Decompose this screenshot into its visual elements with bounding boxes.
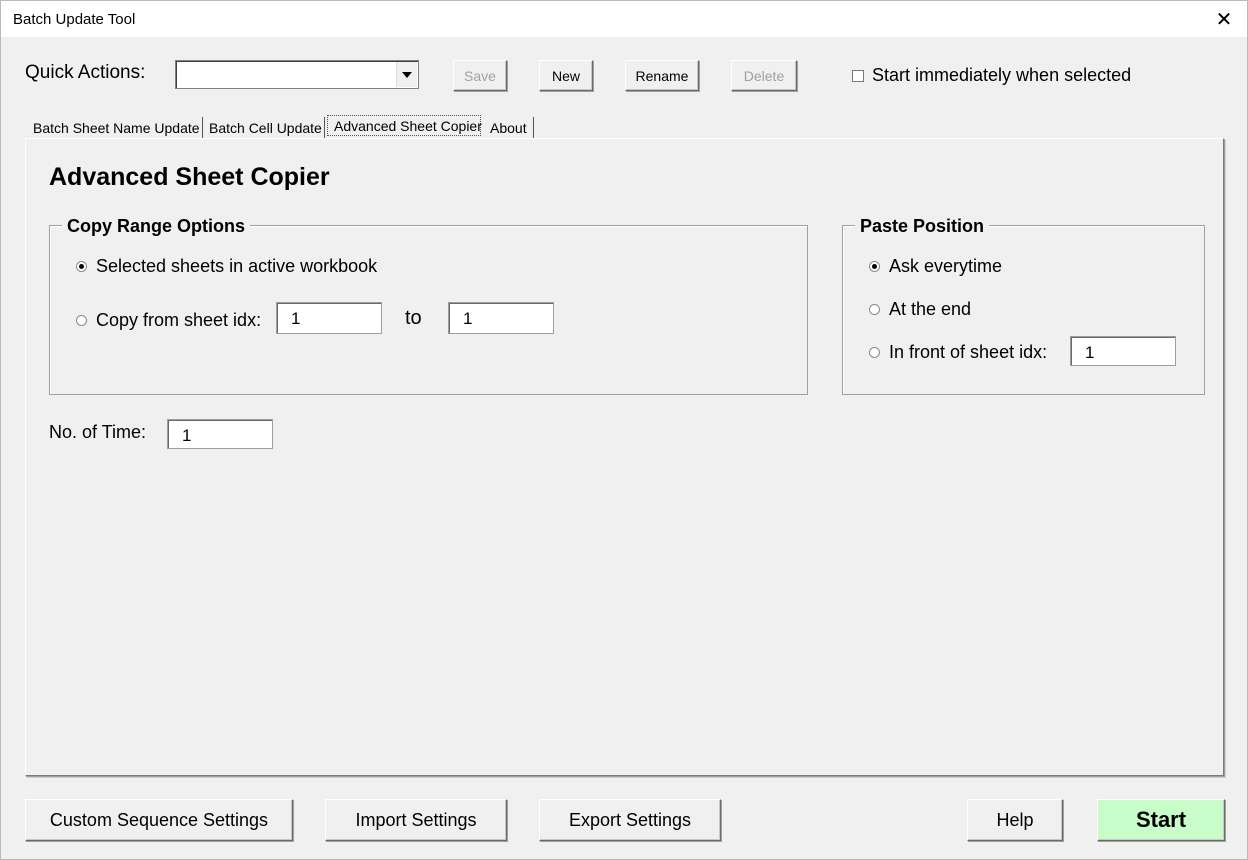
window-title: Batch Update Tool <box>13 11 136 28</box>
radio-in-front-of-idx-dot[interactable] <box>869 347 880 358</box>
custom-sequence-settings-button[interactable]: Custom Sequence Settings <box>25 799 293 841</box>
radio-in-front-of-idx-label: In front of sheet idx: <box>889 342 1048 362</box>
radio-at-end[interactable]: At the end <box>869 299 971 320</box>
no-of-time-input[interactable]: 1 <box>167 419 273 449</box>
paste-position-label: Paste Position <box>855 216 990 237</box>
quick-actions-label: Quick Actions: <box>25 62 146 83</box>
radio-at-end-label: At the end <box>889 299 972 319</box>
delete-button[interactable]: Delete <box>731 60 797 91</box>
start-immediately-label: Start immediately when selected <box>872 65 1132 85</box>
help-button[interactable]: Help <box>967 799 1063 841</box>
save-button[interactable]: Save <box>453 60 507 91</box>
close-icon: ✕ <box>1215 8 1233 31</box>
radio-at-end-dot[interactable] <box>869 304 880 315</box>
batch-update-window: Batch Update Tool ✕ Quick Actions: Save … <box>0 0 1248 860</box>
radio-selected-sheets[interactable]: Selected sheets in active workbook <box>76 256 377 277</box>
copy-to-input[interactable]: 1 <box>448 302 554 334</box>
start-button[interactable]: Start <box>1097 799 1225 841</box>
tab-about[interactable]: About <box>484 117 534 138</box>
tab-advanced-sheet-copier[interactable]: Advanced Sheet Copier <box>327 115 482 136</box>
import-settings-button[interactable]: Import Settings <box>325 799 507 841</box>
no-of-time-label: No. of Time: <box>49 422 147 442</box>
radio-copy-from-idx-dot[interactable] <box>76 315 87 326</box>
radio-ask-everytime-label: Ask everytime <box>889 256 1003 276</box>
radio-copy-from-idx[interactable]: Copy from sheet idx: <box>76 310 261 331</box>
to-label: to <box>405 307 422 329</box>
close-button[interactable]: ✕ <box>1201 1 1247 37</box>
rename-button[interactable]: Rename <box>625 60 699 91</box>
radio-copy-from-idx-label: Copy from sheet idx: <box>96 310 262 330</box>
tab-batch-cell-update[interactable]: Batch Cell Update <box>203 117 325 138</box>
radio-selected-sheets-dot[interactable] <box>76 261 87 272</box>
radio-in-front-of-idx[interactable]: In front of sheet idx: <box>869 342 1047 363</box>
radio-ask-everytime-dot[interactable] <box>869 261 880 272</box>
start-immediately-option[interactable]: Start immediately when selected <box>852 65 1131 86</box>
export-settings-button[interactable]: Export Settings <box>539 799 721 841</box>
title-bar: Batch Update Tool ✕ <box>1 1 1247 37</box>
new-button[interactable]: New <box>539 60 593 91</box>
chevron-down-icon[interactable] <box>396 62 417 87</box>
copy-from-input[interactable]: 1 <box>276 302 382 334</box>
quick-actions-dropdown[interactable] <box>175 60 419 89</box>
radio-selected-sheets-label: Selected sheets in active workbook <box>96 256 378 276</box>
copy-range-label: Copy Range Options <box>62 216 251 237</box>
start-immediately-checkbox[interactable] <box>852 69 864 82</box>
radio-ask-everytime[interactable]: Ask everytime <box>869 256 1002 277</box>
page-title: Advanced Sheet Copier <box>49 163 330 191</box>
front-of-idx-input[interactable]: 1 <box>1070 336 1176 366</box>
tab-batch-sheet-name-update[interactable]: Batch Sheet Name Update <box>27 117 203 138</box>
